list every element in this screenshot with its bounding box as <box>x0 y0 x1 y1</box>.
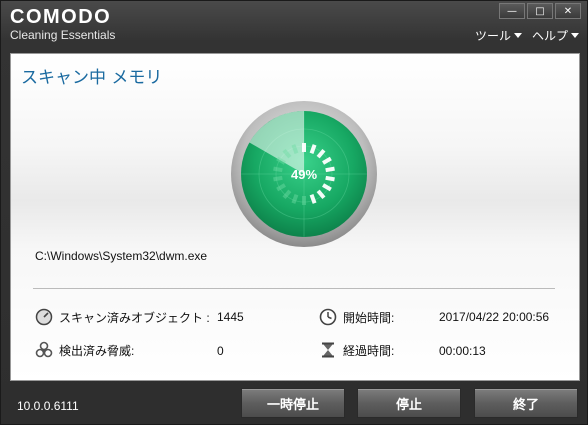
progress-tick <box>273 166 283 173</box>
elapsed-time-value: 00:00:13 <box>439 344 486 358</box>
start-time-stat: 開始時間: <box>319 308 394 326</box>
maximize-icon: □ <box>535 5 545 17</box>
detected-threats-label: 検出済み脅威: <box>59 343 135 358</box>
menu-tools[interactable]: ツール <box>475 27 522 44</box>
detected-threats-value: 0 <box>217 344 224 358</box>
menu-tools-label: ツール <box>474 29 511 43</box>
divider <box>33 288 555 289</box>
progress-gauge: 49% <box>231 101 377 247</box>
version-label: 10.0.0.6111 <box>17 399 79 413</box>
elapsed-time-label: 経過時間: <box>343 343 395 358</box>
elapsed-time-stat: 経過時間: <box>319 341 394 359</box>
chevron-down-icon <box>513 33 522 38</box>
scanned-objects-stat: スキャン済みオブジェクト : <box>35 308 210 326</box>
app-subtitle: Cleaning Essentials <box>10 28 116 42</box>
scanned-objects-label: スキャン済みオブジェクト : <box>59 310 210 325</box>
chevron-down-icon <box>571 33 579 38</box>
window-controls: — □ ✕ <box>497 3 581 19</box>
minimize-button[interactable]: — <box>499 3 525 19</box>
start-time-value: 2017/04/22 20:00:56 <box>439 310 550 324</box>
clock-icon <box>319 308 337 326</box>
close-button[interactable]: ✕ <box>555 3 581 19</box>
pause-button[interactable]: 一時停止 <box>241 388 345 418</box>
detected-threats-stat: 検出済み脅威: <box>35 341 134 359</box>
progress-tick <box>273 175 283 182</box>
scan-panel: スキャン中 メモリ 49% C:\Windows\System32\dwm.ex… <box>10 53 580 381</box>
main-window: COMODO Cleaning Essentials — □ ✕ ツール ヘルプ… <box>0 0 588 425</box>
menu-help-label: ヘルプ <box>531 29 568 43</box>
gauge-icon <box>35 308 53 326</box>
biohazard-icon <box>35 341 53 359</box>
minimize-icon: — <box>507 5 517 17</box>
brand: COMODO Cleaning Essentials <box>10 6 115 42</box>
maximize-button[interactable]: □ <box>527 3 553 19</box>
exit-button[interactable]: 終了 <box>474 388 578 418</box>
app-logo: COMODO <box>10 6 112 28</box>
start-time-label: 開始時間: <box>343 310 395 325</box>
stop-button[interactable]: 停止 <box>357 388 461 418</box>
progress-tick <box>325 166 335 173</box>
menu-help[interactable]: ヘルプ <box>532 27 579 44</box>
progress-tick <box>325 175 335 182</box>
scanned-objects-value: 1445 <box>217 310 244 324</box>
current-file: C:\Windows\System32\dwm.exe <box>35 249 208 263</box>
scan-title: スキャン中 メモリ <box>21 68 163 88</box>
menu-bar: ツール ヘルプ <box>475 27 579 44</box>
hourglass-icon <box>319 341 337 359</box>
progress-percent: 49% <box>291 167 317 182</box>
close-icon: ✕ <box>563 5 573 17</box>
